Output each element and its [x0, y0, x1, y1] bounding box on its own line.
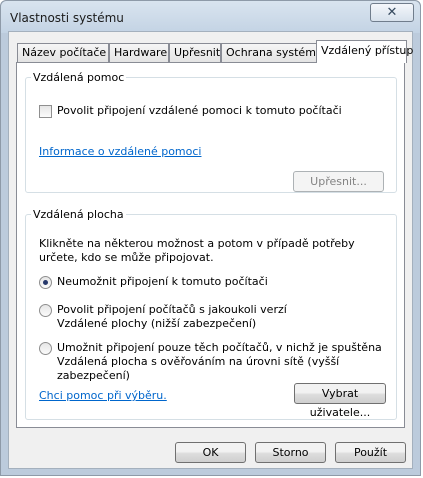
remote-desktop-title: Vzdálená plocha [33, 208, 124, 221]
close-button[interactable]: ✕ [370, 3, 414, 22]
radio-deny-label: Neumožnit připojení k tomuto počítači [57, 275, 268, 288]
allow-remote-assistance-label: Povolit připojení vzdálené pomoci k tomu… [57, 104, 342, 117]
ok-button[interactable]: OK [175, 442, 246, 463]
tab-remote[interactable]: Vzdálený přístup [316, 40, 413, 63]
window-title: Vlastnosti systému [10, 11, 124, 25]
radio-allow-nla-only[interactable] [39, 342, 52, 355]
apply-button[interactable]: Použít [335, 442, 406, 463]
close-icon: ✕ [386, 5, 398, 20]
select-users-button[interactable]: Vybrat uživatele... [294, 383, 386, 419]
allow-remote-assistance-row[interactable]: Povolit připojení vzdálené pomoci k tomu… [39, 104, 342, 118]
tab-panel-remote: Vzdálená pomoc Povolit připojení vzdálen… [16, 62, 405, 428]
tab-computer-name[interactable]: Název počítače [17, 43, 109, 62]
remote-assistance-group: Vzdálená pomoc Povolit připojení vzdálen… [25, 71, 397, 193]
allow-remote-assistance-checkbox[interactable] [39, 105, 52, 118]
remote-desktop-description: Klikněte na některou možnost a potom v p… [39, 237, 355, 264]
radio-allow-nla-label: Umožnit připojení pouze těch počítačů, v… [57, 341, 382, 382]
radio-row-deny[interactable]: Neumožnit připojení k tomuto počítači [39, 275, 379, 289]
remote-assistance-info-link[interactable]: Informace o vzdálené pomoci [39, 145, 201, 158]
tab-system-protection[interactable]: Ochrana systému [221, 43, 323, 62]
tab-advanced[interactable]: Upřesnit [169, 43, 221, 62]
help-choose-link[interactable]: Chci pomoc při výběru. [39, 389, 167, 402]
remote-assistance-advanced-button[interactable]: Upřesnit... [293, 171, 384, 192]
radio-row-allow-any[interactable]: Povolit připojení počítačů s jakoukoli v… [39, 303, 324, 331]
tab-hardware[interactable]: Hardware [109, 43, 169, 62]
system-properties-window: Vlastnosti systému ✕ Název počítače Hard… [0, 0, 421, 476]
radio-allow-any-label: Povolit připojení počítačů s jakoukoli v… [57, 303, 287, 330]
radio-row-allow-nla[interactable]: Umožnit připojení pouze těch počítačů, v… [39, 341, 389, 383]
remote-assistance-title: Vzdálená pomoc [33, 71, 125, 84]
dialog-client-area: Název počítače Hardware Upřesnit Ochrana… [8, 31, 413, 469]
title-bar[interactable]: Vlastnosti systému ✕ [1, 1, 420, 33]
remote-desktop-group: Vzdálená plocha Klikněte na některou mož… [25, 208, 397, 420]
radio-deny-connections[interactable] [39, 276, 52, 289]
cancel-button[interactable]: Storno [255, 442, 326, 463]
radio-allow-any-version[interactable] [39, 304, 52, 317]
